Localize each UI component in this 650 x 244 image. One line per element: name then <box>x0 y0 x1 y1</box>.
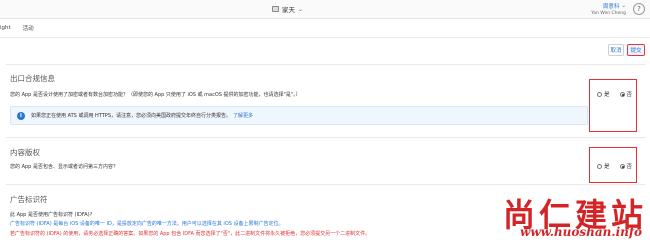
ats-info-text: 如果您正在使用 ATS 或调用 HTTPS，请注意，您必须向美国政府提交年终自行… <box>31 113 232 119</box>
ad-identifier-title: 广告标识符 <box>10 195 48 204</box>
user-name: 周意科 <box>602 4 620 10</box>
cancel-button[interactable]: 取消 <box>608 44 624 56</box>
idfa-question: 此 App 是否使用广告标识符 (IDFA)? <box>10 212 93 218</box>
idfa-warning: 若广告标识符的 (IDFA) 的使用，请务必选择正确的答案。如果您的 App 包… <box>10 231 371 237</box>
info-icon: i <box>17 111 25 120</box>
help-icon[interactable]: ? <box>633 3 645 15</box>
divider <box>6 184 645 185</box>
idfa-description: 广告标识符 (IDFA) 是每台 iOS 设备的唯一 ID，是投放定向广告的唯一… <box>10 221 284 227</box>
divider <box>6 137 645 138</box>
app-icon <box>272 6 279 12</box>
app-selector[interactable]: 家天 ⌄ <box>272 4 303 14</box>
content-rights-title: 内容版权 <box>10 148 40 157</box>
export-question: 您的 App 是否设计使用了加密或者有数台加密功能？（即使您的 App 只使用了… <box>10 92 301 98</box>
divider <box>6 64 645 65</box>
highlight-box <box>589 79 637 132</box>
user-menu[interactable]: 周意科 ⌄ Yan Wen Cheng <box>591 2 626 16</box>
chevron-down-icon: ⌄ <box>298 5 304 13</box>
submit-button[interactable]: 提交 <box>627 44 645 56</box>
top-bar: 家天 ⌄ 周意科 ⌄ Yan Wen Cheng ? <box>0 0 650 19</box>
user-team: Yan Wen Cheng <box>591 11 626 16</box>
tab-insight[interactable]: ight <box>0 25 11 31</box>
highlight-box <box>589 147 637 183</box>
ats-info-banner: i 如果您正在使用 ATS 或调用 HTTPS，请注意，您必须向美国政府提交年终… <box>10 106 588 125</box>
export-compliance-title: 出口合规信息 <box>10 74 55 83</box>
content-question: 您的 App 是否包含、显示或者访问第三方内容？ <box>10 164 118 170</box>
learn-more-link[interactable]: 了解更多 <box>233 112 253 119</box>
watermark-url: www.huoshan.info <box>520 225 643 239</box>
chevron-down-icon: ⌄ <box>621 3 626 9</box>
tab-activity[interactable]: 活动 <box>23 24 34 32</box>
app-name: 家天 <box>282 6 295 14</box>
tab-bar: ight 活动 <box>0 19 650 38</box>
